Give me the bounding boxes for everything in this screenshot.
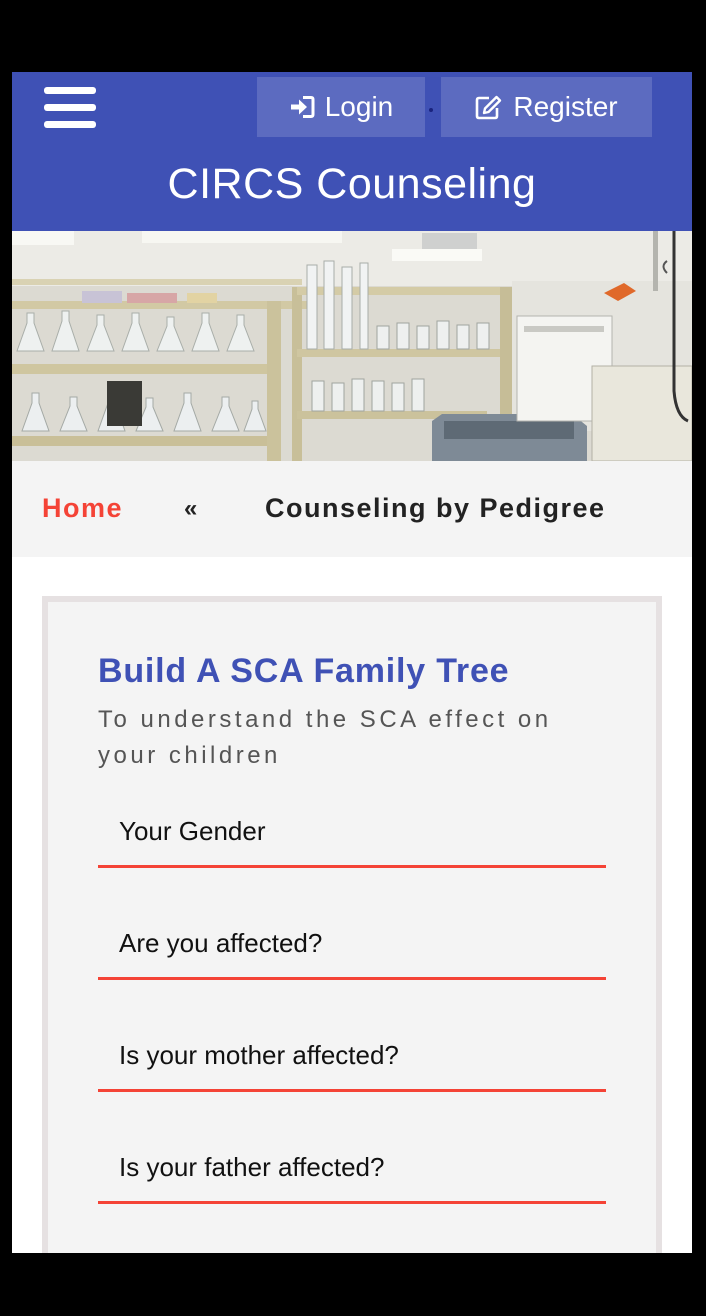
login-label: Login: [324, 91, 394, 122]
pedigree-form-card: Build A SCA Family Tree To understand th…: [42, 596, 662, 1253]
breadcrumb-current-page: Counseling by Pedigree: [265, 493, 606, 523]
form-title: Build A SCA Family Tree: [98, 652, 510, 690]
button-divider: [429, 108, 433, 112]
register-label: Register: [513, 91, 618, 122]
top-navbar: Login Register CIRCS Counseling: [12, 72, 692, 231]
mother-affected-field[interactable]: Is your mother affected?: [98, 1030, 606, 1092]
form-subtitle: To understand the SCA effect on your chi…: [98, 706, 552, 769]
login-button[interactable]: Login: [257, 77, 425, 137]
gender-field-label: Your Gender: [119, 816, 266, 846]
affected-field[interactable]: Are you affected?: [98, 918, 606, 980]
father-affected-field[interactable]: Is your father affected?: [98, 1142, 606, 1204]
gender-field[interactable]: Your Gender: [98, 806, 606, 868]
father-affected-field-label: Is your father affected?: [119, 1152, 385, 1182]
affected-field-label: Are you affected?: [119, 928, 323, 958]
breadcrumb-separator: «: [184, 495, 199, 522]
breadcrumb: Home « Counseling by Pedigree: [12, 461, 692, 557]
hero-lab-image: [12, 231, 692, 461]
app-viewport: Login Register CIRCS Counseling Home « C…: [12, 72, 692, 1253]
register-button[interactable]: Register: [441, 77, 652, 137]
site-title: CIRCS Counseling: [167, 160, 537, 208]
hamburger-menu-icon[interactable]: [44, 87, 96, 131]
edit-icon: [476, 95, 502, 120]
sign-in-icon: [290, 96, 315, 118]
breadcrumb-home-link[interactable]: Home: [42, 493, 123, 524]
mother-affected-field-label: Is your mother affected?: [119, 1040, 399, 1070]
